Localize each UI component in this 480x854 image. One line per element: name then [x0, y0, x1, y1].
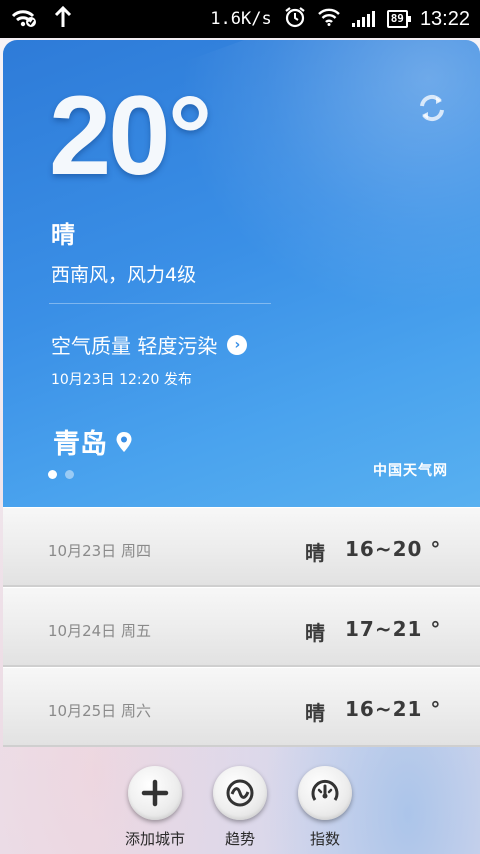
index-button[interactable]: 指数 — [285, 766, 365, 849]
battery-icon: 89 — [386, 10, 412, 28]
forecast-temp: 17~21 ° — [345, 617, 442, 641]
brand-logo: 中国天气网 — [373, 463, 448, 479]
current-temperature: 20° — [49, 73, 212, 198]
forecast-row[interactable]: 10月24日 周五 晴 17~21 ° — [3, 587, 480, 667]
forecast-temp: 16~21 ° — [345, 697, 442, 721]
page-dot-1 — [48, 470, 57, 479]
forecast-list: 10月23日 周四 晴 16~20 ° 10月24日 周五 晴 17~21 ° … — [3, 507, 480, 747]
city-selector[interactable]: 青岛 — [53, 422, 133, 461]
status-bar: 1.6K/s 89 13:22 — [0, 0, 480, 38]
weather-condition: 晴 — [51, 221, 75, 249]
plus-icon — [128, 766, 182, 820]
trend-label: 趋势 — [224, 830, 255, 848]
trend-button[interactable]: 趋势 — [200, 766, 280, 849]
forecast-date: 10月23日 周四 — [48, 542, 151, 560]
signal-strength-icon — [351, 11, 375, 27]
upload-arrow-icon — [54, 5, 72, 32]
forecast-row[interactable]: 10月23日 周四 晴 16~20 ° — [3, 507, 480, 587]
bottom-toolbar: 添加城市 趋势 指数 — [0, 760, 480, 854]
index-label: 指数 — [309, 830, 340, 848]
wifi-share-icon — [10, 7, 36, 31]
gauge-icon — [298, 766, 352, 820]
trend-wave-icon — [213, 766, 267, 820]
location-pin-icon — [116, 431, 132, 452]
forecast-condition: 晴 — [305, 621, 325, 645]
wind-info: 西南风，风力4级 — [51, 264, 197, 286]
page-indicator — [48, 470, 74, 479]
clock: 13:22 — [419, 7, 470, 30]
chevron-right-icon: › — [227, 334, 248, 355]
divider — [49, 303, 271, 304]
forecast-date: 10月24日 周五 — [48, 622, 151, 640]
current-weather-card[interactable]: 20° 晴 西南风，风力4级 空气质量 轻度污染 › 10月23日 12:20 … — [3, 40, 480, 507]
forecast-date: 10月25日 周六 — [48, 702, 151, 720]
refresh-icon[interactable] — [416, 92, 448, 124]
city-name: 青岛 — [53, 429, 107, 460]
alarm-icon — [284, 6, 306, 33]
page-dot-2 — [65, 470, 74, 479]
air-quality-link[interactable]: 空气质量 轻度污染 › — [51, 330, 248, 359]
published-time: 10月23日 12:20 发布 — [51, 372, 192, 388]
add-city-button[interactable]: 添加城市 — [115, 766, 195, 849]
forecast-row[interactable]: 10月25日 周六 晴 16~21 ° — [3, 667, 480, 747]
air-quality-label: 空气质量 轻度污染 — [51, 334, 218, 358]
add-city-label: 添加城市 — [124, 830, 185, 848]
forecast-condition: 晴 — [305, 701, 325, 725]
forecast-condition: 晴 — [305, 541, 325, 565]
forecast-temp: 16~20 ° — [345, 537, 442, 561]
wifi-icon — [317, 8, 340, 31]
network-speed: 1.6K/s — [210, 9, 272, 29]
